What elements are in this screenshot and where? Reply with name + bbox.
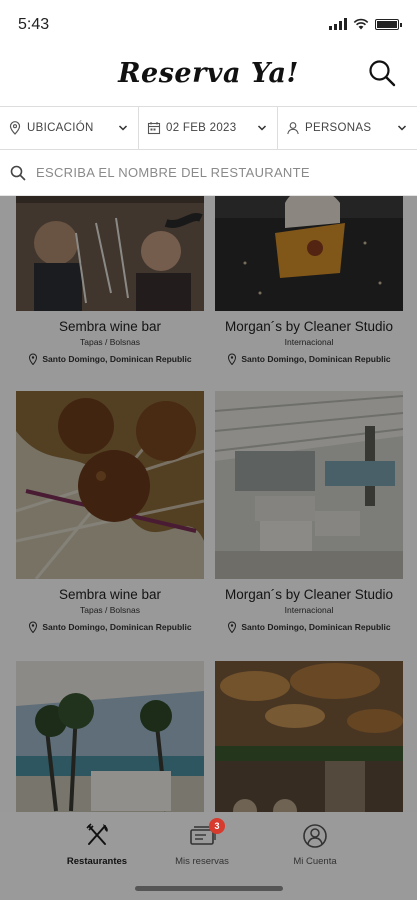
restaurant-card[interactable] <box>215 661 403 812</box>
restaurant-search-bar <box>0 150 417 196</box>
restaurant-name: Morgan´s by Cleaner Studio <box>224 587 394 602</box>
people-filter-label: PERSONAS <box>305 122 372 134</box>
reservations-count-badge: 3 <box>209 818 225 834</box>
app-header: Reserva Ya! <box>0 50 417 106</box>
search-icon[interactable] <box>367 58 397 88</box>
restaurant-card[interactable]: Morgan´s by Cleaner Studio Internacional… <box>215 196 403 365</box>
people-filter[interactable]: PERSONAS <box>278 107 417 149</box>
restaurant-location-text: Santo Domingo, Dominican Republic <box>42 622 192 632</box>
restaurant-location-text: Santo Domingo, Dominican Republic <box>42 354 192 364</box>
tab-label: Restaurantes <box>66 856 128 867</box>
app-title: Reserva Ya! <box>118 58 299 89</box>
location-filter-label: UBICACIÓN <box>27 122 94 134</box>
tab-mi-cuenta[interactable]: Mi Cuenta <box>260 822 370 867</box>
restaurant-name: Sembra wine bar <box>58 319 162 334</box>
restaurant-card[interactable]: Sembra wine bar Tapas / Bolsnas Santo Do… <box>16 391 204 633</box>
restaurant-card[interactable] <box>16 661 204 812</box>
restaurant-name: Morgan´s by Cleaner Studio <box>224 319 394 334</box>
calendar-icon <box>147 122 161 135</box>
restaurant-card[interactable]: Morgan´s by Cleaner Studio Internacional… <box>215 391 403 633</box>
tab-label: Mis reservas <box>175 856 229 867</box>
restaurant-location: Santo Domingo, Dominican Republic <box>215 353 403 365</box>
restaurant-photo <box>215 391 403 579</box>
battery-icon <box>375 18 402 30</box>
restaurant-photo <box>16 391 204 579</box>
home-indicator[interactable] <box>135 886 283 891</box>
status-icons <box>329 18 402 30</box>
chevron-down-icon <box>118 125 128 131</box>
restaurant-cuisine: Tapas / Bolsnas <box>79 605 140 615</box>
search-icon <box>10 165 26 180</box>
restaurant-grid: Sembra wine bar Tapas / Bolsnas Santo Do… <box>0 196 417 812</box>
status-time: 5:43 <box>18 16 50 33</box>
chevron-down-icon <box>397 125 407 131</box>
restaurant-photo <box>215 661 403 812</box>
signal-icon <box>329 18 347 30</box>
user-icon <box>303 824 327 848</box>
location-filter[interactable]: UBICACIÓN <box>0 107 139 149</box>
filter-bar: UBICACIÓN 02 FEB 2023 PERSONAS <box>0 106 417 150</box>
restaurant-card[interactable]: Sembra wine bar Tapas / Bolsnas Santo Do… <box>16 196 204 365</box>
location-pin-icon <box>228 353 237 365</box>
restaurant-name: Sembra wine bar <box>58 587 162 602</box>
location-pin-icon <box>228 621 237 633</box>
restaurant-search-input[interactable] <box>36 165 396 180</box>
restaurant-photo <box>16 196 204 311</box>
chevron-down-icon <box>257 125 267 131</box>
restaurant-location: Santo Domingo, Dominican Republic <box>16 621 204 633</box>
status-bar: 5:43 <box>0 0 417 50</box>
restaurant-cuisine: Internacional <box>284 337 334 347</box>
tab-restaurantes[interactable]: Restaurantes <box>42 822 152 867</box>
restaurant-location: Santo Domingo, Dominican Republic <box>16 353 204 365</box>
restaurant-location-text: Santo Domingo, Dominican Republic <box>241 354 391 364</box>
location-pin-icon <box>29 353 38 365</box>
date-filter-label: 02 FEB 2023 <box>166 122 237 134</box>
location-pin-icon <box>29 621 38 633</box>
tab-mis-reservas[interactable]: 3 Mis reservas <box>147 818 257 867</box>
wifi-icon <box>353 18 369 30</box>
restaurant-location-text: Santo Domingo, Dominican Republic <box>241 622 391 632</box>
location-pin-icon <box>9 121 21 135</box>
person-icon <box>287 122 299 135</box>
restaurant-cuisine: Tapas / Bolsnas <box>79 337 140 347</box>
restaurant-photo <box>215 196 403 311</box>
restaurant-cuisine: Internacional <box>284 605 334 615</box>
date-filter[interactable]: 02 FEB 2023 <box>139 107 278 149</box>
tab-label: Mi Cuenta <box>293 856 337 867</box>
restaurant-photo <box>16 661 204 812</box>
fork-knife-icon <box>86 823 108 845</box>
restaurant-location: Santo Domingo, Dominican Republic <box>215 621 403 633</box>
